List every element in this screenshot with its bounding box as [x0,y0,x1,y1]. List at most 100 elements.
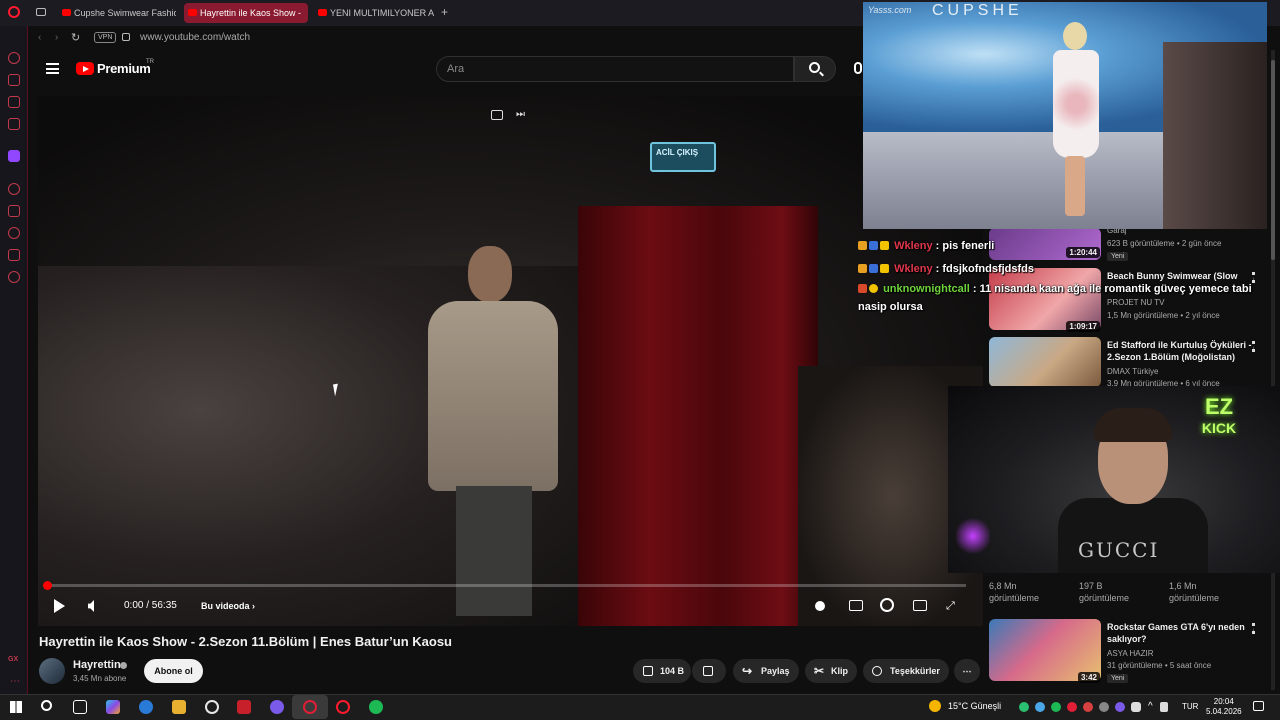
video-player[interactable]: ACİL ÇIKIŞ ⏭ [38,96,983,626]
progress-track[interactable] [46,584,966,587]
tray-opera-icon[interactable] [1067,702,1077,712]
more-icon[interactable]: ⋯ [10,676,20,687]
more-vert-icon[interactable] [1252,341,1255,352]
bookmark-icon[interactable] [8,205,20,217]
tab-cupshe[interactable]: Cupshe Swimwear Fashio [58,3,176,23]
input-language[interactable]: TUR [1182,702,1198,711]
channel-avatar[interactable] [39,658,65,684]
back-icon[interactable]: ‹ [38,32,41,43]
youtube-logo-icon[interactable] [76,62,94,75]
rec-meta: 31 görüntüleme • 5 saat önce [1107,661,1212,670]
windows-start-icon[interactable] [10,701,22,713]
chapter-button[interactable]: Bu videoda › [201,601,255,611]
notifications-icon[interactable] [1253,701,1264,711]
gx-icon[interactable]: GX [8,656,18,663]
thanks-button[interactable]: Teşekkürler [863,659,949,683]
like-button[interactable]: 104 B [633,659,691,683]
tray-spotify-icon[interactable] [1051,702,1061,712]
logo-text[interactable]: Premium [97,61,151,76]
mic-icon[interactable] [854,62,862,74]
obs-icon[interactable] [205,700,219,714]
weather-text[interactable]: 15°C Güneşli [948,701,1001,711]
tray-app-icon[interactable] [1035,702,1045,712]
new-tab-button[interactable]: + [441,5,448,19]
dislike-button[interactable] [692,659,726,683]
chat-badge-icon [869,241,878,250]
more-vert-icon[interactable] [1252,623,1255,634]
tray-discord-icon[interactable] [1115,702,1125,712]
tab-overview-icon[interactable] [36,8,46,16]
network-icon[interactable] [1160,702,1168,712]
chat-text: : fdsjkofndsfjdsfds [932,263,1035,275]
settings-icon[interactable] [8,271,20,283]
tray-app-icon[interactable] [1099,702,1109,712]
miniplayer-icon[interactable] [491,110,503,120]
fullscreen-icon[interactable]: ⤢ [946,600,955,613]
youtube-favicon-icon [188,9,197,16]
more-actions-button[interactable]: ⋯ [954,659,980,683]
scrubber-handle[interactable] [43,581,52,590]
rec-title[interactable]: Rockstar Games GTA 6'yı neden saklıyor? [1107,621,1257,645]
messenger-icon[interactable] [8,96,20,108]
clock-icon[interactable] [8,227,20,239]
autoplay-toggle-icon[interactable] [815,601,825,611]
channel-name[interactable]: Hayrettin [73,659,121,671]
rec-channel[interactable]: PROJET NU TV [1107,298,1165,307]
twitch-icon[interactable] [8,150,20,162]
opera-gx-icon[interactable] [303,700,317,714]
rec-item[interactable]: Ed Stafford ile Kurtuluş Öyküleri - 2.Se… [989,337,1274,388]
mail-icon[interactable] [8,118,20,130]
tray-app-icon[interactable] [1083,702,1093,712]
theater-mode-icon[interactable] [913,600,927,611]
player-icon[interactable] [8,183,20,195]
opera-icon[interactable] [336,700,350,714]
rec-title[interactable]: Ed Stafford ile Kurtuluş Öyküleri - 2.Se… [1107,339,1257,363]
shopping-icon[interactable] [8,74,20,86]
rec-item[interactable]: 1:20:44 Garaj 623 B görüntüleme • 2 gün … [989,226,1274,264]
spotify-icon[interactable] [369,700,383,714]
pip-runway-video [863,2,1267,229]
file-explorer-icon[interactable] [172,700,186,714]
rec-thumbnail[interactable] [989,337,1101,387]
menu-icon[interactable] [46,63,59,74]
history-icon[interactable] [8,52,20,64]
discord-icon[interactable] [270,700,284,714]
tray-mic-icon[interactable] [1131,702,1141,712]
extensions-icon[interactable] [8,249,20,261]
skip-icon[interactable]: ⏭ [516,109,525,120]
tray-chevron-icon[interactable]: ^ [1148,701,1153,712]
clock[interactable]: 20:04 5.04.2026 [1206,697,1242,717]
time-display: 0:00 / 56:35 [124,600,177,611]
search-icon[interactable] [41,700,52,711]
more-vert-icon[interactable] [1252,272,1255,283]
tray-app-icon[interactable] [1019,702,1029,712]
task-view-icon[interactable] [73,700,87,714]
rec-channel[interactable]: DMAX Türkiye [1107,367,1158,376]
search-input[interactable]: Ara [436,56,794,82]
tab-multimilyoner[interactable]: YENI MULTIMILYONER AR [314,3,434,23]
vpn-badge[interactable]: VPN [94,32,117,43]
video-editor-icon[interactable] [237,700,251,714]
rec-channel[interactable]: ASYA HAZIR [1107,649,1154,658]
rec-item[interactable]: 1:09:17 Beach Bunny Swimwear (Slow PROJE… [989,268,1274,332]
search-button[interactable] [794,56,836,82]
scrollbar-thumb[interactable] [1271,60,1275,260]
subtitles-icon[interactable] [849,600,863,611]
play-icon[interactable] [54,599,65,613]
rec-title[interactable]: Beach Bunny Swimwear (Slow [1107,270,1257,282]
weather-sun-icon[interactable] [929,700,941,712]
reload-icon[interactable]: ↻ [71,31,80,44]
tab-hayrettin[interactable]: Hayrettin ile Kaos Show - [184,3,308,23]
rec-item[interactable]: 3:42 Rockstar Games GTA 6'yı neden saklı… [989,619,1274,683]
lock-icon[interactable] [122,33,130,41]
share-button[interactable]: ↪ Paylaş [733,659,799,683]
settings-gear-icon[interactable] [880,598,894,612]
pip-model [1053,22,1099,217]
edge-icon[interactable] [139,700,153,714]
copilot-icon[interactable] [106,700,120,714]
clip-button[interactable]: ✂ Klip [805,659,857,683]
forward-icon[interactable]: › [55,32,58,43]
subscribe-button[interactable]: Abone ol [144,659,203,683]
opera-logo-icon[interactable] [8,6,20,18]
url-field[interactable]: www.youtube.com/watch [140,32,250,43]
